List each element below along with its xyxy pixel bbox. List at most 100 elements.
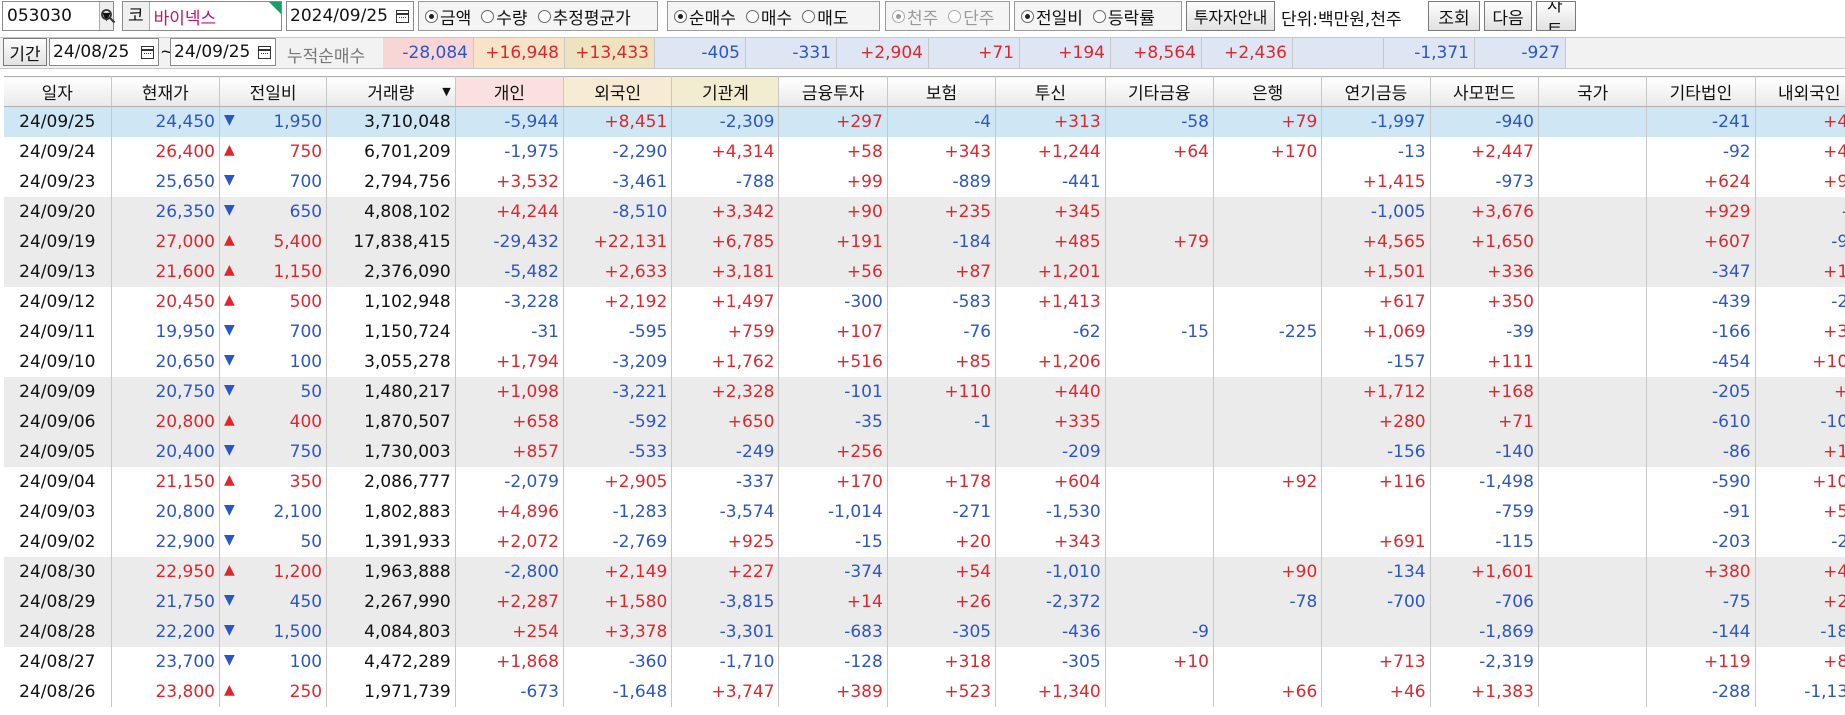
table-row[interactable]: 24/09/23 25,650 ▼ 700 2,794,756 +3,532 -3,461-… <box>4 166 1845 197</box>
investor-value-cell: -3,461 <box>563 166 673 197</box>
table-row[interactable]: 24/09/10 20,650 ▼ 100 3,055,278 +1,794 -3,209 +… <box>4 346 1845 377</box>
down-triangle-icon: ▼ <box>223 621 235 638</box>
column-header[interactable]: 연기금등 <box>1321 76 1431 107</box>
table-row[interactable]: 24/09/24 26,400 ▲ 750 6,701,209 -1,975 -2,290 +… <box>4 136 1845 167</box>
table-row[interactable]: 24/09/11 19,950 ▼ 700 1,150,724 -31 -595 +759 +1… <box>4 316 1845 347</box>
table-row[interactable]: 24/09/05 20,400 ▼ 750 1,730,003 +857 -533 -249 +… <box>4 436 1845 467</box>
investor-value-cell: -1,283 <box>563 496 673 527</box>
down-triangle-icon: ▼ <box>223 171 235 188</box>
radio-option[interactable]: 매수 <box>745 4 792 29</box>
table-row[interactable]: 24/08/29 21,750 ▼ 450 2,267,990 +2,287 +1,580-… <box>4 586 1845 617</box>
radio-circle-icon[interactable] <box>481 9 495 23</box>
radio-circle-icon[interactable] <box>745 9 759 23</box>
radio-circle-icon[interactable] <box>1092 9 1106 23</box>
search-button[interactable]: 조회 <box>1428 1 1480 31</box>
investor-value-cell <box>1538 286 1648 317</box>
radio-circle-icon[interactable] <box>1021 9 1034 23</box>
up-triangle-icon: ▲ <box>223 561 235 578</box>
volume-cell: 1,971,739 <box>326 676 456 707</box>
radio-option[interactable]: 등락률 <box>1092 4 1155 29</box>
radio-circle-icon[interactable] <box>537 9 551 23</box>
date-input[interactable]: 2024/09/25 <box>287 6 396 26</box>
radio-option[interactable]: 단주 <box>948 4 995 29</box>
investor-value-cell: -3,574 <box>671 496 780 527</box>
investor-value-cell: +235 <box>887 196 997 227</box>
column-header[interactable]: 국가 <box>1538 76 1648 107</box>
investor-trend-table: 일자 현재가 전일비 거래량 ▼ 개인 외국인 기관계 금융투자 보험 투신 기타금융 은행 연기금등 사모… <box>4 76 1845 707</box>
investor-guide-button[interactable]: 투자자안내 <box>1186 1 1275 31</box>
period-from-input[interactable]: 24/08/25 <box>50 42 141 62</box>
table-row[interactable]: 24/09/04 21,150 ▲ 350 2,086,777 -2,079 +2,905-… <box>4 466 1845 497</box>
period-to-field[interactable]: 24/09/25 <box>170 38 276 66</box>
radio-option[interactable]: 천주 <box>892 4 938 29</box>
investor-value-cell: +44 <box>1755 556 1845 587</box>
period-from-field[interactable]: 24/08/25 <box>49 38 159 66</box>
table-row[interactable]: 24/08/26 23,800 ▲ 250 1,971,739 -673 -1,648 +3,… <box>4 676 1845 707</box>
sort-dropdown-icon[interactable]: ▼ <box>442 85 450 98</box>
table-row[interactable]: 24/08/30 22,950 ▲ 1,200 1,963,888 -2,800 +2,14… <box>4 556 1845 587</box>
table-row[interactable]: 24/09/09 20,750 ▼ 50 1,480,217 +1,098 -3,221 +2… <box>4 376 1845 407</box>
table-row[interactable]: 24/09/19 27,000 ▲ 5,400 17,838,415 -29,432 +22… <box>4 226 1845 257</box>
radio-option[interactable]: 전일비 <box>1021 4 1083 29</box>
investor-value-cell: +6,785 <box>671 226 780 257</box>
volume-cell: 1,102,948 <box>326 286 456 317</box>
radio-circle-icon[interactable] <box>674 9 687 23</box>
column-header[interactable]: 내외국인 <box>1755 76 1845 107</box>
radio-circle-icon[interactable] <box>425 9 438 23</box>
column-header[interactable]: 거래량 ▼ <box>326 76 456 107</box>
calendar-icon[interactable] <box>396 9 409 23</box>
radio-circle-icon[interactable] <box>892 9 905 23</box>
next-button[interactable]: 다음 <box>1484 1 1532 31</box>
radio-circle-icon[interactable] <box>802 9 816 23</box>
column-header[interactable]: 사모펀드 <box>1430 76 1539 107</box>
radio-option[interactable]: 순매수 <box>674 4 736 29</box>
investor-value-cell: -436 <box>995 616 1106 647</box>
cumulative-value-cell: +194 <box>1020 38 1111 68</box>
calendar-icon[interactable] <box>258 45 271 59</box>
investor-value-cell: -759 <box>1430 496 1539 527</box>
period-to-input[interactable]: 24/09/25 <box>171 42 258 62</box>
column-header[interactable]: 전일비 <box>219 76 328 107</box>
investor-value-cell: +2,192 <box>563 286 673 317</box>
calendar-icon[interactable] <box>141 45 154 59</box>
column-header[interactable]: 기관계 <box>671 76 780 107</box>
radio-label: 천주 <box>907 8 939 29</box>
radio-circle-icon[interactable] <box>948 9 962 23</box>
investor-value-cell: -1,005 <box>1321 196 1431 227</box>
radio-label: 금액 <box>440 8 472 29</box>
date-field[interactable]: 2024/09/25 <box>286 1 414 31</box>
column-header[interactable]: 투신 <box>995 76 1106 107</box>
radio-option[interactable]: 수량 <box>481 4 528 29</box>
column-header[interactable]: 기타금융 <box>1105 76 1214 107</box>
stock-code-input[interactable]: 053030 <box>3 6 99 26</box>
chart-button[interactable]: 차트 <box>1536 1 1576 31</box>
investor-value-cell: +3,342 <box>671 196 780 227</box>
column-header[interactable]: 금융투자 <box>778 76 888 107</box>
investor-value-cell: +280 <box>1321 406 1431 437</box>
column-header[interactable]: 외국인 <box>563 76 673 107</box>
column-header[interactable]: 은행 <box>1213 76 1323 107</box>
table-row[interactable]: 24/09/25 24,450 ▼ 1,950 3,710,048 -5,944 +8,45… <box>4 106 1845 137</box>
column-header[interactable]: 보험 <box>887 76 997 107</box>
radio-option[interactable]: 금액 <box>425 4 471 29</box>
table-row[interactable]: 24/09/12 20,450 ▲ 500 1,102,948 -3,228 +2,192 +… <box>4 286 1845 317</box>
radio-option[interactable]: 추정평균가 <box>537 4 631 29</box>
table-row[interactable]: 24/09/03 20,800 ▼ 2,100 1,802,883 +4,896 -1,28… <box>4 496 1845 527</box>
change-value: 50 <box>300 531 323 552</box>
table-row[interactable]: 24/09/06 20,800 ▲ 400 1,870,507 +658 -592 +650-… <box>4 406 1845 437</box>
table-row[interactable]: 24/09/13 21,600 ▲ 1,150 2,376,090 -5,482 +2,63… <box>4 256 1845 287</box>
table-row[interactable]: 24/09/20 26,350 ▼ 650 4,808,102 +4,244 -8,510 +… <box>4 196 1845 227</box>
column-header[interactable]: 현재가 <box>111 76 220 107</box>
table-row[interactable]: 24/08/28 22,200 ▼ 1,500 4,084,803 +254 +3,378-… <box>4 616 1845 647</box>
stock-search-button[interactable] <box>97 1 119 31</box>
radio-option[interactable]: 매도 <box>802 4 848 29</box>
investor-value-cell <box>1105 406 1214 437</box>
date-cell: 24/09/03 <box>4 496 112 527</box>
table-row[interactable]: 24/08/27 23,700 ▼ 100 4,472,289 +1,868 -360 -1,… <box>4 646 1845 677</box>
table-row[interactable]: 24/09/02 22,900 ▼ 50 1,391,933 +2,072 -2,769 +9… <box>4 526 1845 557</box>
column-header[interactable]: 개인 <box>455 76 565 107</box>
column-header[interactable]: 일자 <box>4 76 112 107</box>
column-header[interactable]: 기타법인 <box>1646 76 1756 107</box>
date-cell: 24/09/20 <box>4 196 112 227</box>
investor-value-cell: -241 <box>1646 106 1756 137</box>
